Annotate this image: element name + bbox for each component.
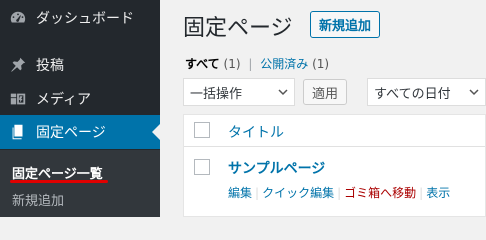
filter-published-count: (1) [312, 57, 330, 71]
table-header: タイトル [184, 115, 485, 147]
main-content: 固定ページ 新規追加 すべて (1) | 公開済み (1) 一括操作 適用 すべ… [160, 0, 486, 217]
media-icon [0, 90, 36, 108]
sidebar-item-label: ダッシュボード [36, 11, 134, 27]
chevron-down-icon [469, 89, 479, 96]
submenu-item-add-new[interactable]: 新規追加 [12, 190, 64, 209]
column-title-header[interactable]: タイトル [228, 122, 284, 142]
edit-link[interactable]: 編集 [228, 186, 252, 200]
bulk-action-selected: 一括操作 [190, 86, 243, 102]
page-title: 固定ページ [183, 16, 293, 41]
sidebar-item-label: 投稿 [36, 58, 64, 74]
filter-all-link[interactable]: すべて [185, 57, 220, 71]
date-filter-selected: すべての日付 [374, 86, 451, 102]
apply-button[interactable]: 適用 [303, 79, 347, 105]
row-checkbox[interactable] [194, 159, 210, 175]
pin-icon [0, 56, 36, 74]
dashboard-icon [0, 9, 36, 27]
admin-sidebar: ダッシュボード 投稿 メディア 固定ページ 固定ページ一覧 新規追加 [0, 0, 160, 217]
sidebar-item-label: メディア [36, 92, 92, 108]
filter-separator: | [248, 57, 253, 71]
sidebar-item-media[interactable]: メディア [0, 82, 160, 116]
row-actions: 編集 | クイック編集 | ゴミ箱へ移動 | 表示 [228, 186, 451, 200]
trash-link[interactable]: ゴミ箱へ移動 [344, 186, 416, 200]
quick-edit-link[interactable]: クイック編集 [262, 186, 334, 200]
filter-published-link[interactable]: 公開済み [260, 57, 308, 71]
view-link[interactable]: 表示 [426, 186, 450, 200]
date-filter-select[interactable]: すべての日付 [367, 78, 486, 106]
add-new-button[interactable]: 新規追加 [310, 11, 381, 38]
sidebar-item-dashboard[interactable]: ダッシュボード [0, 1, 160, 35]
status-filter-links: すべて (1) | 公開済み (1) [185, 55, 329, 72]
bulk-action-select[interactable]: 一括操作 [183, 78, 295, 106]
chevron-down-icon [278, 89, 288, 96]
filter-all-count: (1) [223, 57, 241, 71]
sidebar-item-label: 固定ページ [36, 125, 106, 141]
sidebar-item-pages[interactable]: 固定ページ [0, 115, 160, 149]
row-title-link[interactable]: サンプルページ [228, 158, 325, 178]
pages-table: タイトル サンプルページ 編集 | クイック編集 | ゴミ箱へ移動 | 表示 [183, 114, 486, 217]
highlight-underline [10, 180, 108, 183]
pages-submenu: 固定ページ一覧 新規追加 [0, 150, 160, 217]
select-all-checkbox[interactable] [194, 122, 210, 138]
sidebar-item-posts[interactable]: 投稿 [0, 48, 160, 82]
pages-icon [0, 123, 36, 141]
